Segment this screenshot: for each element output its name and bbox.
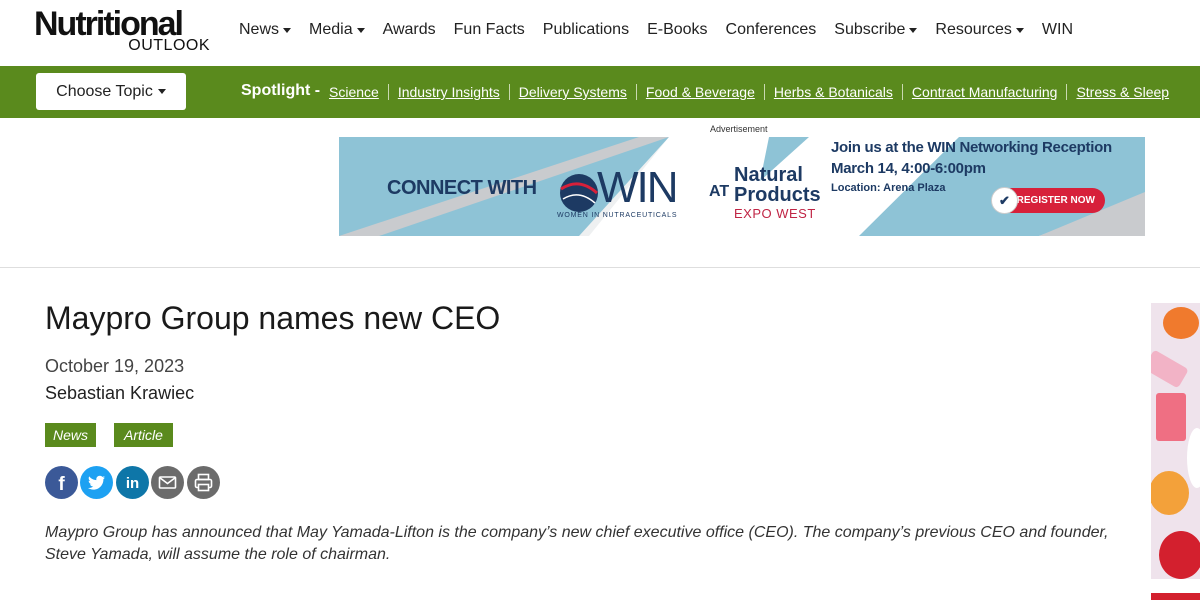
- ad-register-button[interactable]: ✔ REGISTER NOW: [991, 187, 1105, 214]
- nav-item-e-books[interactable]: E-Books: [647, 21, 707, 39]
- site-logo[interactable]: Nutritional OUTLOOK: [34, 7, 214, 55]
- link-separator: [901, 84, 903, 100]
- link-separator: [508, 84, 510, 100]
- ad-event-location: Location: Arena Plaza: [831, 182, 946, 194]
- spotlight-link-food-beverage[interactable]: Food & Beverage: [646, 84, 755, 100]
- ad-win-logo: WIN: [597, 163, 679, 212]
- sidebar-ad-image[interactable]: [1151, 303, 1200, 579]
- email-icon: [158, 476, 177, 489]
- nav-item-news[interactable]: News: [239, 21, 292, 39]
- svg-text:f: f: [58, 474, 65, 495]
- nav-item-fun-facts[interactable]: Fun Facts: [454, 21, 525, 39]
- spotlight-link-stress-sleep[interactable]: Stress & Sleep: [1076, 84, 1169, 100]
- nav-item-label: Publications: [542, 21, 630, 38]
- chevron-down-icon: [283, 27, 292, 33]
- chevron-down-icon: [157, 89, 166, 94]
- nav-item-resources[interactable]: Resources: [935, 21, 1024, 39]
- twitter-icon: [88, 475, 105, 490]
- tag-news[interactable]: News: [45, 423, 96, 447]
- ad-join-heading: Join us at the WIN Networking Reception: [831, 139, 1112, 156]
- spotlight-link-science[interactable]: Science: [329, 84, 379, 100]
- nav-item-label: Subscribe: [834, 21, 906, 38]
- nav-item-label: E-Books: [647, 21, 708, 38]
- spotlight-link-delivery-systems[interactable]: Delivery Systems: [519, 84, 627, 100]
- gummy-candy-image: [1151, 307, 1200, 579]
- print-button[interactable]: [187, 466, 220, 499]
- header-divider: [0, 267, 1200, 268]
- nav-item-subscribe[interactable]: Subscribe: [834, 21, 918, 39]
- nav-item-publications[interactable]: Publications: [543, 21, 629, 39]
- nav-item-label: WIN: [1041, 21, 1074, 38]
- ad-products: Products: [734, 184, 821, 206]
- ad-natural: Natural: [734, 164, 803, 186]
- share-facebook-button[interactable]: f: [45, 466, 78, 499]
- ad-connect-text: CONNECT WITH: [387, 177, 537, 199]
- logo-line1: Nutritional: [34, 5, 184, 43]
- nav-item-media[interactable]: Media: [309, 21, 365, 39]
- link-separator: [1066, 84, 1068, 100]
- chevron-down-icon: [356, 27, 365, 33]
- article-title: Maypro Group names new CEO: [45, 300, 501, 336]
- linkedin-icon: in: [126, 475, 139, 492]
- facebook-icon: f: [58, 474, 65, 495]
- nav-item-label: Media: [309, 21, 353, 38]
- article-author[interactable]: Sebastian Krawiec: [45, 383, 194, 404]
- article-date: October 19, 2023: [45, 356, 185, 376]
- share-linkedin-button[interactable]: in: [116, 466, 149, 499]
- ad-at-text: AT: [709, 183, 730, 200]
- spotlight-link-herbs-botanicals[interactable]: Herbs & Botanicals: [774, 84, 893, 100]
- ad-expo-west: EXPO WEST: [734, 206, 816, 221]
- article-lede: Maypro Group has announced that May Yama…: [45, 524, 1109, 563]
- nav-item-label: Fun Facts: [453, 21, 525, 38]
- spotlight-link-contract-manufacturing[interactable]: Contract Manufacturing: [912, 84, 1058, 100]
- tag-article[interactable]: Article: [114, 423, 173, 447]
- check-icon: ✔: [991, 187, 1018, 214]
- nav-item-label: Awards: [382, 21, 436, 38]
- spotlight-label: Spotlight -: [241, 82, 321, 99]
- nav-item-label: Conferences: [725, 21, 817, 38]
- nav-item-label: News: [239, 21, 280, 38]
- link-separator: [635, 84, 637, 100]
- link-separator: [387, 84, 389, 100]
- ad-register-label: REGISTER NOW: [1016, 195, 1095, 206]
- link-separator: [763, 84, 765, 100]
- nav-item-conferences[interactable]: Conferences: [726, 21, 817, 39]
- main-menu: News Media Awards Fun Facts Publications E-Bo…: [239, 0, 1091, 60]
- logo-line2: OUTLOOK: [128, 37, 210, 54]
- choose-topic-button[interactable]: Choose Topic: [36, 73, 186, 110]
- print-icon: [194, 473, 213, 492]
- spotlight-link-industry-insights[interactable]: Industry Insights: [398, 84, 500, 100]
- nav-item-win[interactable]: WIN: [1042, 21, 1073, 39]
- svg-text:in: in: [126, 475, 139, 492]
- ad-win-subtitle: WOMEN IN NUTRACEUTICALS: [557, 212, 678, 219]
- share-twitter-button[interactable]: [80, 466, 113, 499]
- nav-item-label: Resources: [935, 21, 1012, 38]
- ad-natural-products: Natural Products: [734, 165, 821, 205]
- chevron-down-icon: [909, 27, 918, 33]
- chevron-down-icon: [1015, 27, 1024, 33]
- advertisement-banner[interactable]: CONNECT WITH WIN WOMEN IN NUTRACEUTICALS…: [339, 137, 1145, 236]
- spotlight-bar: Choose Topic Spotlight - Science Industry…: [0, 66, 1200, 118]
- nav-item-awards[interactable]: Awards: [383, 21, 436, 39]
- spotlight-links: Science Industry Insights Delivery Systems…: [329, 84, 1169, 100]
- choose-topic-label: Choose Topic: [56, 82, 153, 100]
- top-navigation: Nutritional OUTLOOK News Media Awards Fun F…: [0, 0, 1200, 66]
- ad-event-date: March 14, 4:00-6:00pm: [831, 160, 986, 177]
- advertisement-label: Advertisement: [710, 124, 768, 134]
- sidebar-ad-image-2: [1151, 593, 1200, 600]
- share-email-button[interactable]: [151, 466, 184, 499]
